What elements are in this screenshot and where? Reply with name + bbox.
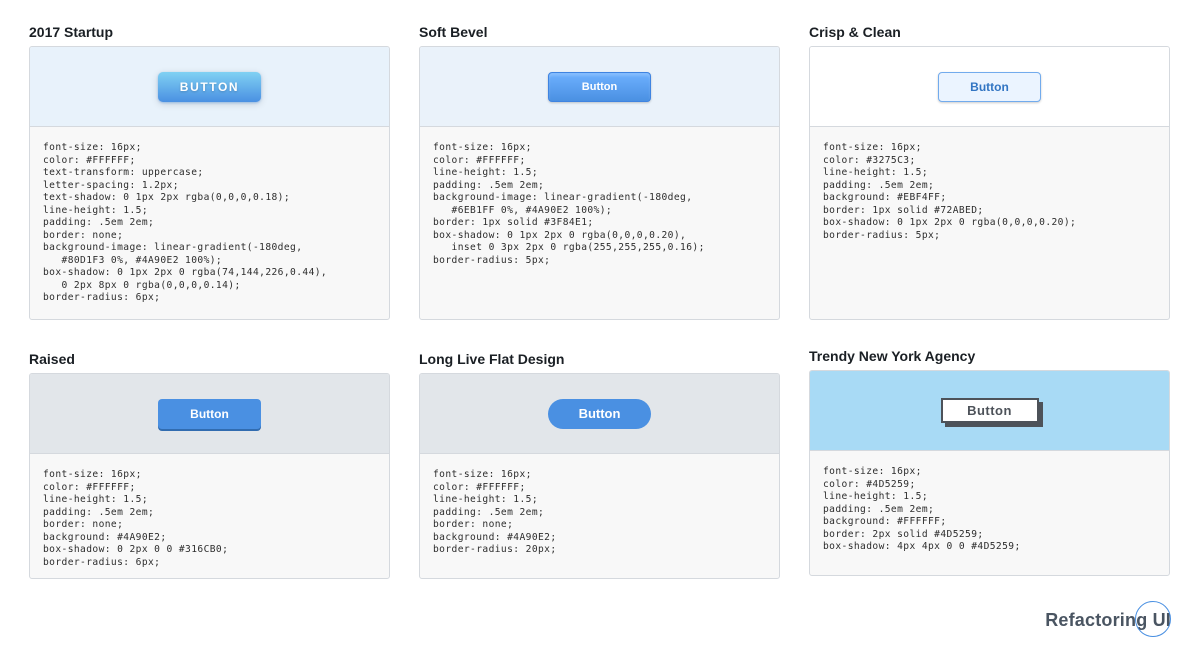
card-title: Raised [29,351,75,367]
css-code-block: font-size: 16px; color: #FFFFFF; text-tr… [43,142,328,303]
soft-bevel-button[interactable]: Button [548,71,651,102]
trendy-agency-button[interactable]: Button [940,398,1039,423]
card-title: Soft Bevel [419,24,488,40]
card-trendy-agency: Trendy New York Agency Button font-size:… [809,346,1170,576]
button-preview: Button [420,374,779,454]
card-title: Crisp & Clean [809,24,901,40]
card-crisp-clean: Crisp & Clean Button font-size: 16px; co… [809,22,1170,320]
card-panel: Button font-size: 16px; color: #FFFFFF; … [29,46,390,320]
button-preview: Button [30,374,389,454]
button-style-gallery: 2017 Startup Button font-size: 16px; col… [0,0,1200,666]
css-code-block: font-size: 16px; color: #4D5259; line-he… [823,466,1021,552]
flat-design-button[interactable]: Button [548,398,651,429]
button-preview: Button [30,47,389,127]
card-panel: Button font-size: 16px; color: #3275C3; … [809,46,1170,320]
refactoring-ui-logo: Refactoring UI [1045,601,1171,639]
startup-style-button[interactable]: Button [158,71,261,102]
logo-circle-icon [1135,601,1171,637]
card-title: Long Live Flat Design [419,351,565,367]
card-panel: Button font-size: 16px; color: #FFFFFF; … [419,373,780,579]
css-code-block: font-size: 16px; color: #3275C3; line-he… [823,142,1077,241]
card-panel: Button font-size: 16px; color: #4D5259; … [809,370,1170,576]
crisp-clean-button[interactable]: Button [938,71,1041,102]
css-code-block: font-size: 16px; color: #FFFFFF; line-he… [433,142,705,266]
card-panel: Button font-size: 16px; color: #FFFFFF; … [419,46,780,320]
raised-button[interactable]: Button [158,398,261,429]
button-preview: Button [810,371,1169,451]
card-2017-startup: 2017 Startup Button font-size: 16px; col… [29,22,390,320]
card-title: 2017 Startup [29,24,114,40]
card-raised: Raised Button font-size: 16px; color: #F… [29,349,390,579]
card-panel: Button font-size: 16px; color: #FFFFFF; … [29,373,390,579]
card-flat-design: Long Live Flat Design Button font-size: … [419,349,780,579]
button-preview: Button [420,47,779,127]
card-title: Trendy New York Agency [809,348,976,364]
button-preview: Button [810,47,1169,127]
card-soft-bevel: Soft Bevel Button font-size: 16px; color… [419,22,780,320]
css-code-block: font-size: 16px; color: #FFFFFF; line-he… [433,469,557,555]
css-code-block: font-size: 16px; color: #FFFFFF; line-he… [43,469,229,568]
